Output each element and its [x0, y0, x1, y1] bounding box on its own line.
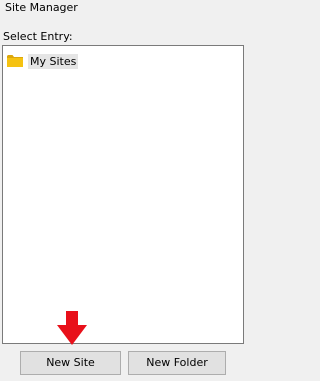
red-arrow-down-icon — [57, 311, 87, 345]
site-tree[interactable]: My Sites — [2, 45, 244, 344]
new-folder-button[interactable]: New Folder — [128, 351, 226, 375]
new-site-button[interactable]: New Site — [20, 351, 121, 375]
window-title: Site Manager — [5, 1, 78, 14]
select-entry-label: Select Entry: — [3, 30, 73, 43]
tree-item-label: My Sites — [28, 53, 79, 69]
folder-icon — [7, 54, 23, 68]
tree-item-my-sites[interactable]: My Sites — [7, 53, 79, 69]
